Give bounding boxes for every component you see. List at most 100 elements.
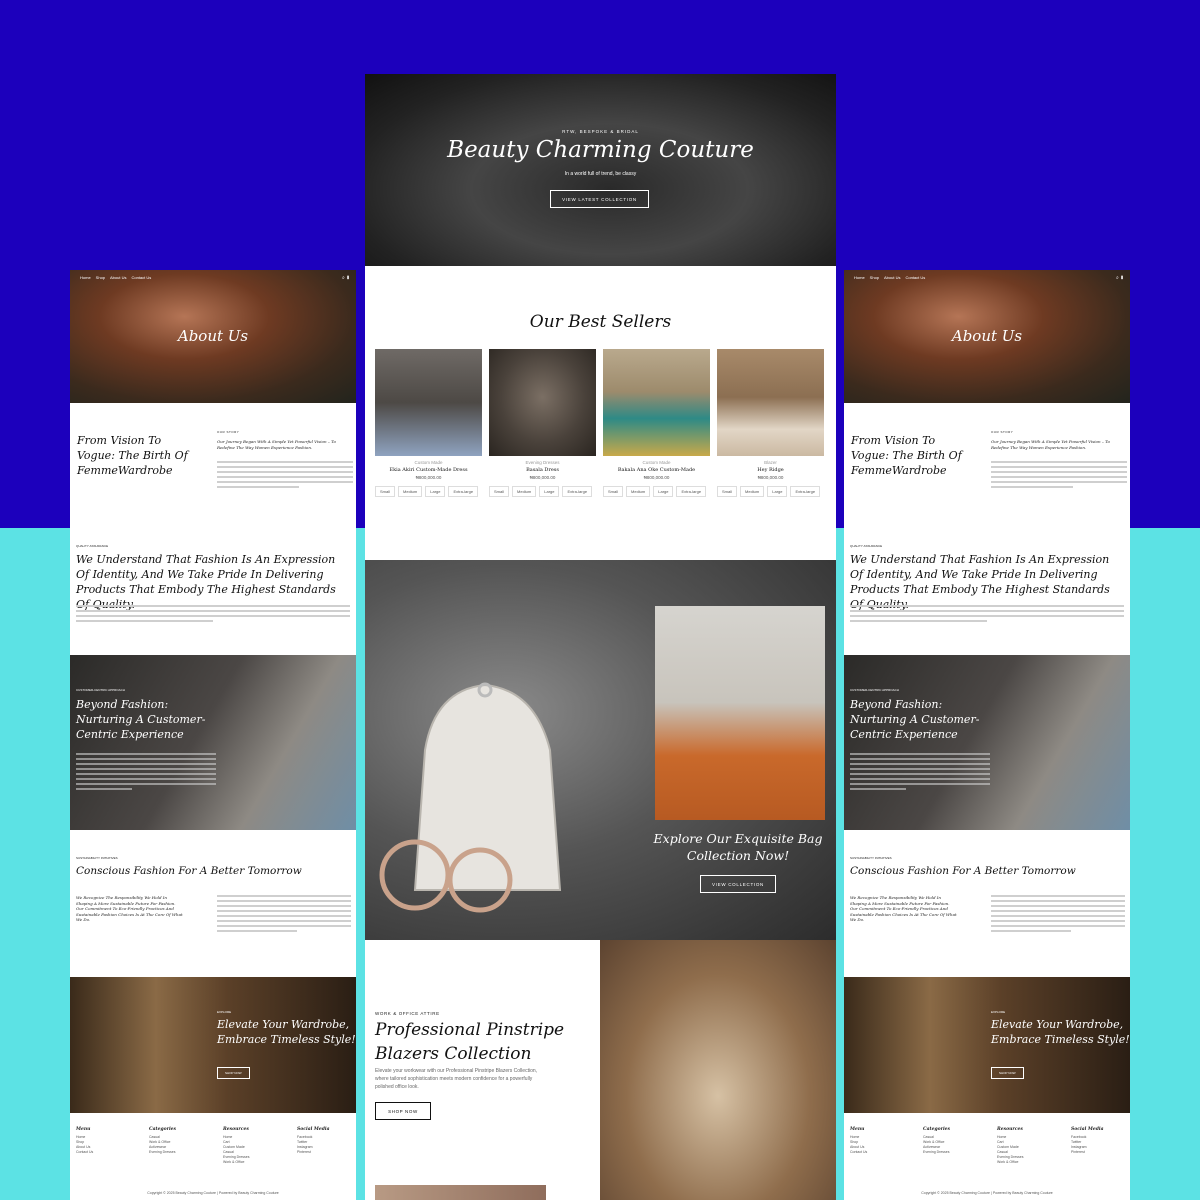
footer-link[interactable]: Evening Dresses [149, 1150, 176, 1155]
search-icon[interactable]: ⌕ [342, 275, 345, 281]
bag-illustration [379, 682, 562, 913]
nav-icons: ⌕ ▮ [1116, 275, 1124, 281]
story-text-lines [217, 461, 353, 491]
nav-shop[interactable]: Shop [96, 275, 105, 280]
elevate-label: EXPLORE [991, 1010, 1006, 1014]
elevate-section: EXPLORE Elevate Your Wardrobe, Embrace T… [844, 977, 1130, 1113]
product-price: ₦800,000.00 [643, 475, 670, 480]
about-hero: Home Shop About Us Contact Us ⌕ ▮ About … [70, 270, 356, 403]
footer-link[interactable]: Contact Us [76, 1150, 93, 1155]
story-heading: From Vision To Vogue: The Birth Of Femme… [851, 434, 962, 477]
story-heading: From Vision To Vogue: The Birth Of Femme… [77, 434, 188, 477]
hero-tagline: In a world full of trend, be classy [564, 171, 637, 177]
product-card[interactable]: Custom Made Ekia Akiri Custom-Made Dress… [375, 349, 482, 497]
blazer-label: WORK & OFFICE ATTIRE [375, 1011, 440, 1016]
footer-link[interactable]: Pinterest [297, 1150, 330, 1155]
size-options: Small Medium Large Extra-large [489, 486, 596, 497]
size-options: Small Medium Large Extra-large [375, 486, 482, 497]
shop-now-button[interactable]: SHOP NOW [991, 1067, 1024, 1079]
product-grid: Custom Made Ekia Akiri Custom-Made Dress… [375, 349, 826, 497]
hero-title: Beauty Charming Couture [447, 137, 754, 163]
about-title: About Us [951, 327, 1023, 345]
footer-link[interactable]: Work & Office [997, 1160, 1023, 1165]
product-image[interactable] [717, 349, 824, 456]
product-name[interactable]: Ekia Akiri Custom-Made Dress [375, 467, 482, 473]
size-options: Small Medium Large Extra-large [603, 486, 710, 497]
footer: Menu Home Shop About Us Contact Us Categ… [70, 1113, 356, 1200]
sustain-quote: We Recognize The Responsibility We Hold … [850, 895, 957, 922]
nav-contact[interactable]: Contact Us [131, 275, 151, 280]
bag-icon[interactable]: ▮ [1120, 275, 1124, 281]
quality-text-lines [850, 605, 1124, 625]
blazer-shop-now-button[interactable]: SHOP NOW [375, 1102, 431, 1120]
footer-link[interactable]: Pinterest [1071, 1150, 1104, 1155]
product-price: ₦800,000.00 [529, 475, 556, 480]
nav-about[interactable]: About Us [884, 275, 900, 280]
product-image[interactable] [489, 349, 596, 456]
nav-home[interactable]: Home [80, 275, 91, 280]
size-chip[interactable]: Medium [626, 486, 651, 497]
product-image[interactable] [375, 349, 482, 456]
size-chip[interactable]: Large [653, 486, 674, 497]
footer-link[interactable]: Work & Office [223, 1160, 249, 1165]
footer-menu-title: Menu [76, 1127, 91, 1132]
story-subtitle: Our Journey Began With A Simple Yet Powe… [217, 439, 336, 450]
size-chip[interactable]: Extra-large [790, 486, 821, 497]
sustain-text-lines [991, 895, 1125, 935]
size-chip[interactable]: Small [603, 486, 624, 497]
size-chip[interactable]: Small [375, 486, 396, 497]
shop-now-button[interactable]: SHOP NOW [217, 1067, 250, 1079]
footer-resources-title: Resources [223, 1127, 249, 1132]
nav-about[interactable]: About Us [110, 275, 126, 280]
size-chip[interactable]: Small [489, 486, 510, 497]
search-icon[interactable]: ⌕ [1116, 275, 1119, 281]
size-chip[interactable]: Extra-large [562, 486, 593, 497]
product-name[interactable]: Hey Ridge [717, 467, 824, 473]
footer-social: Social Media Facebook Twitter Instagram … [297, 1127, 330, 1155]
view-latest-collection-button[interactable]: VIEW LATEST COLLECTION [550, 190, 649, 208]
footer-menu-title: Menu [850, 1127, 865, 1132]
footer-link[interactable]: Contact Us [850, 1150, 867, 1155]
size-chip[interactable]: Extra-large [448, 486, 479, 497]
quality-heading: We Understand That Fashion Is An Express… [850, 553, 1110, 611]
next-section-image [375, 1185, 546, 1200]
view-collection-button[interactable]: VIEW COLLECTION [700, 875, 776, 893]
size-chip[interactable]: Small [717, 486, 738, 497]
size-chip[interactable]: Large [767, 486, 788, 497]
footer-link[interactable]: Evening Dresses [923, 1150, 950, 1155]
quality-label: QUALITY ASSURANCE [850, 544, 883, 548]
bag-icon[interactable]: ▮ [346, 275, 350, 281]
footer-resources-title: Resources [997, 1127, 1023, 1132]
size-chip[interactable]: Medium [512, 486, 537, 497]
quality-section: QUALITY ASSURANCE We Understand That Fas… [70, 527, 356, 655]
customer-label: CUSTOMER-CENTRIC APPROACH [76, 688, 125, 692]
blazer-heading: Professional Pinstripe Blazers Collectio… [375, 1020, 565, 1064]
product-category: Blazer [764, 460, 777, 465]
product-price: ₦800,000.00 [757, 475, 784, 480]
sustainability-section: SUSTAINABILITY INITIATIVES Conscious Fas… [70, 830, 356, 977]
product-name[interactable]: Basala Dress [489, 467, 596, 473]
footer-social-title: Social Media [1071, 1127, 1104, 1132]
size-chip[interactable]: Medium [740, 486, 765, 497]
story-section: From Vision To Vogue: The Birth Of Femme… [70, 403, 356, 527]
nav-contact[interactable]: Contact Us [905, 275, 925, 280]
product-image[interactable] [603, 349, 710, 456]
home-page: RTW, BESPOKE & BRIDAL Beauty Charming Co… [365, 74, 836, 1200]
blazer-section: WORK & OFFICE ATTIRE Professional Pinstr… [365, 940, 836, 1200]
product-card[interactable]: Custom Made Bakala Ana Oke Custom-Made ₦… [603, 349, 710, 497]
product-card[interactable]: Evening Dresses Basala Dress ₦800,000.00… [489, 349, 596, 497]
footer-resources: Resources Home Cart Custom Made Casual E… [223, 1127, 249, 1165]
story-section: From Vision To Vogue: The Birth Of Femme… [844, 403, 1130, 527]
nav-bar: Home Shop About Us Contact Us [854, 275, 925, 280]
nav-home[interactable]: Home [854, 275, 865, 280]
nav-shop[interactable]: Shop [870, 275, 879, 280]
customer-section: CUSTOMER-CENTRIC APPROACH Beyond Fashion… [844, 655, 1130, 830]
product-name[interactable]: Bakala Ana Oke Custom-Made [603, 467, 710, 473]
size-chip[interactable]: Large [539, 486, 560, 497]
size-chip[interactable]: Medium [398, 486, 423, 497]
story-subtitle: Our Journey Began With A Simple Yet Powe… [991, 439, 1110, 450]
size-chip[interactable]: Extra-large [676, 486, 707, 497]
product-card[interactable]: Blazer Hey Ridge ₦800,000.00 Small Mediu… [717, 349, 824, 497]
about-page-right: Home Shop About Us Contact Us ⌕ ▮ About … [844, 270, 1130, 1200]
size-chip[interactable]: Large [425, 486, 446, 497]
